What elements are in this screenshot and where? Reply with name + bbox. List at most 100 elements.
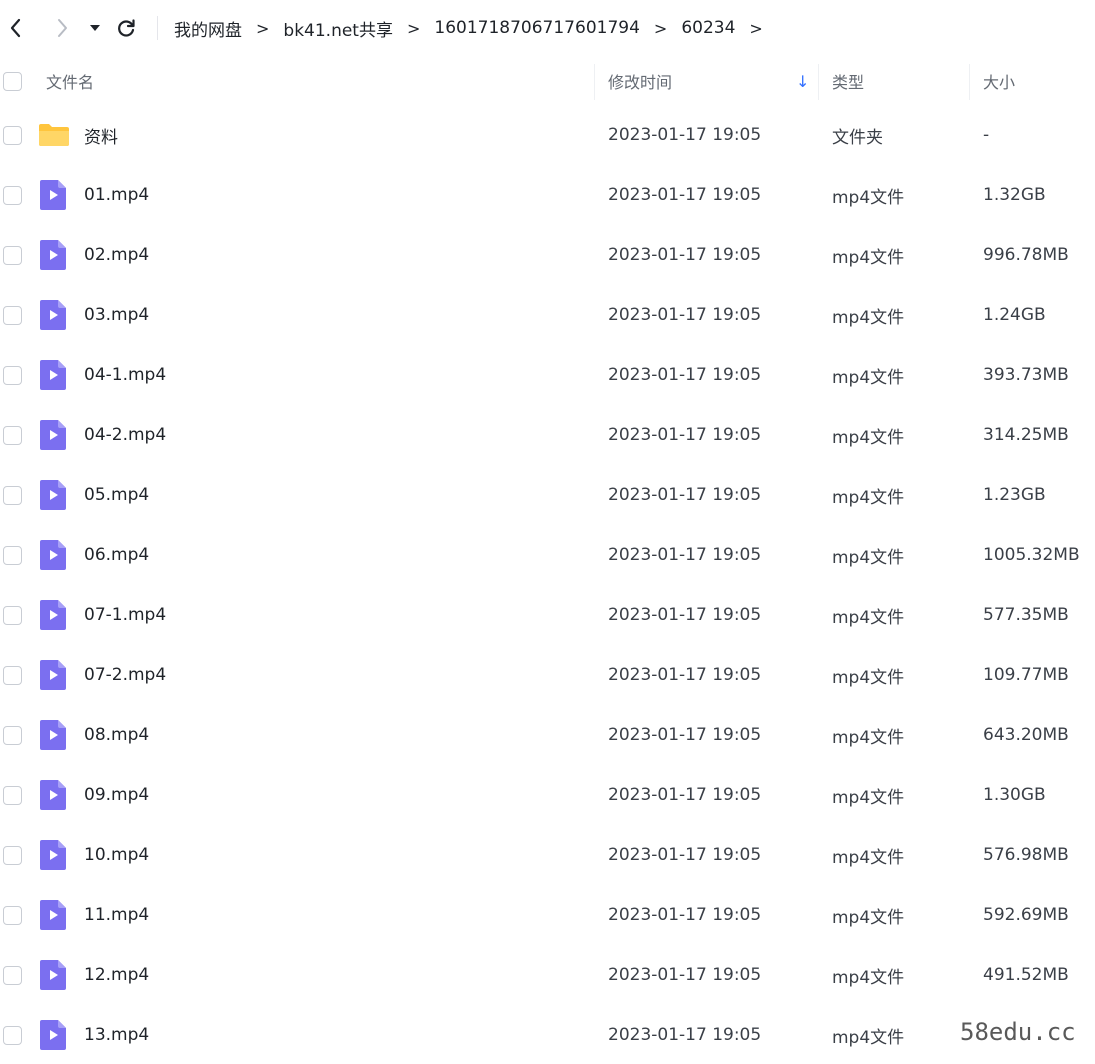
row-checkbox[interactable] — [3, 725, 22, 745]
row-checkbox-cell — [3, 945, 22, 1005]
file-modified-time: 2023-01-17 19:05 — [608, 545, 762, 565]
forward-button[interactable] — [48, 14, 76, 42]
file-row[interactable]: 03.mp4 2023-01-17 19:05 mp4文件 1.24GB — [0, 285, 1095, 345]
file-type: mp4文件 — [832, 787, 905, 808]
file-icon-cell — [38, 825, 68, 885]
file-row[interactable]: 04-1.mp4 2023-01-17 19:05 mp4文件 393.73MB — [0, 345, 1095, 405]
file-row[interactable]: 07-2.mp4 2023-01-17 19:05 mp4文件 109.77MB — [0, 645, 1095, 705]
file-name[interactable]: 06.mp4 — [84, 525, 149, 585]
breadcrumb-item-root[interactable]: 我的网盘 — [174, 16, 242, 41]
file-type: mp4文件 — [832, 247, 905, 268]
file-name[interactable]: 02.mp4 — [84, 225, 149, 285]
file-modified-time: 2023-01-17 19:05 — [608, 845, 762, 865]
row-checkbox[interactable] — [3, 545, 22, 565]
file-modified-time: 2023-01-17 19:05 — [608, 725, 762, 745]
breadcrumb-item-folder-id[interactable]: 1601718706717601794 — [434, 18, 640, 38]
file-size: - — [983, 125, 990, 145]
file-type: mp4文件 — [832, 427, 905, 448]
column-header-type[interactable]: 类型 — [832, 56, 864, 106]
file-row[interactable]: 05.mp4 2023-01-17 19:05 mp4文件 1.23GB — [0, 465, 1095, 525]
refresh-button[interactable] — [112, 14, 140, 42]
arrow-down-icon[interactable]: ↓ — [796, 56, 809, 106]
file-name[interactable]: 10.mp4 — [84, 825, 149, 885]
row-checkbox[interactable] — [3, 845, 22, 865]
file-row[interactable]: 01.mp4 2023-01-17 19:05 mp4文件 1.32GB — [0, 165, 1095, 225]
file-list-header: 文件名 修改时间 ↓ 类型 大小 — [0, 56, 1095, 106]
row-checkbox[interactable] — [3, 245, 22, 265]
file-icon-cell — [38, 765, 68, 825]
chevron-right-icon — [58, 19, 67, 37]
file-icon-cell — [38, 945, 68, 1005]
row-checkbox[interactable] — [3, 125, 22, 145]
file-name[interactable]: 13.mp4 — [84, 1005, 149, 1064]
column-header-name[interactable]: 文件名 — [46, 56, 94, 106]
row-checkbox[interactable] — [3, 305, 22, 325]
row-checkbox[interactable] — [3, 785, 22, 805]
video-file-icon — [40, 720, 66, 750]
file-icon-cell — [38, 105, 70, 165]
file-name[interactable]: 08.mp4 — [84, 705, 149, 765]
file-type: mp4文件 — [832, 667, 905, 688]
file-name[interactable]: 01.mp4 — [84, 165, 149, 225]
file-row[interactable]: 12.mp4 2023-01-17 19:05 mp4文件 491.52MB — [0, 945, 1095, 1005]
column-header-size[interactable]: 大小 — [983, 56, 1015, 106]
file-name[interactable]: 资料 — [84, 105, 118, 165]
file-name[interactable]: 11.mp4 — [84, 885, 149, 945]
column-header-modified[interactable]: 修改时间 — [608, 56, 672, 106]
file-name[interactable]: 04-2.mp4 — [84, 405, 166, 465]
video-file-icon — [40, 900, 66, 930]
file-name[interactable]: 09.mp4 — [84, 765, 149, 825]
file-row[interactable]: 02.mp4 2023-01-17 19:05 mp4文件 996.78MB — [0, 225, 1095, 285]
breadcrumb-separator[interactable]: > — [749, 19, 762, 38]
file-size: 314.25MB — [983, 425, 1069, 445]
file-row[interactable]: 08.mp4 2023-01-17 19:05 mp4文件 643.20MB — [0, 705, 1095, 765]
row-checkbox[interactable] — [3, 185, 22, 205]
row-checkbox[interactable] — [3, 665, 22, 685]
column-divider[interactable] — [969, 64, 970, 100]
file-type: mp4文件 — [832, 607, 905, 628]
row-checkbox[interactable] — [3, 1025, 22, 1045]
row-checkbox[interactable] — [3, 365, 22, 385]
row-checkbox-cell — [3, 525, 22, 585]
video-file-icon — [40, 480, 66, 510]
file-size: 592.69MB — [983, 905, 1069, 925]
breadcrumb-item-current[interactable]: 60234 — [681, 18, 735, 38]
file-type: mp4文件 — [832, 847, 905, 868]
refresh-icon — [118, 19, 135, 37]
file-name[interactable]: 07-1.mp4 — [84, 585, 166, 645]
video-file-icon — [40, 240, 66, 270]
file-name[interactable]: 04-1.mp4 — [84, 345, 166, 405]
file-row[interactable]: 07-1.mp4 2023-01-17 19:05 mp4文件 577.35MB — [0, 585, 1095, 645]
file-row[interactable]: 04-2.mp4 2023-01-17 19:05 mp4文件 314.25MB — [0, 405, 1095, 465]
history-dropdown-button[interactable] — [84, 14, 106, 42]
file-row[interactable]: 06.mp4 2023-01-17 19:05 mp4文件 1005.32MB — [0, 525, 1095, 585]
file-modified-time: 2023-01-17 19:05 — [608, 605, 762, 625]
toolbar: 我的网盘 > bk41.net共享 > 1601718706717601794 … — [0, 0, 1095, 56]
file-row[interactable]: 10.mp4 2023-01-17 19:05 mp4文件 576.98MB — [0, 825, 1095, 885]
file-size: 643.20MB — [983, 725, 1069, 745]
file-name[interactable]: 03.mp4 — [84, 285, 149, 345]
file-row[interactable]: 11.mp4 2023-01-17 19:05 mp4文件 592.69MB — [0, 885, 1095, 945]
column-divider[interactable] — [594, 64, 595, 100]
file-row[interactable]: 09.mp4 2023-01-17 19:05 mp4文件 1.30GB — [0, 765, 1095, 825]
file-type: 文件夹 — [832, 127, 883, 148]
row-checkbox[interactable] — [3, 485, 22, 505]
file-row[interactable]: 资料 2023-01-17 19:05 文件夹 - — [0, 105, 1095, 165]
back-button[interactable] — [2, 14, 30, 42]
file-type: mp4文件 — [832, 1027, 905, 1048]
file-size: 996.78MB — [983, 245, 1069, 265]
file-name[interactable]: 05.mp4 — [84, 465, 149, 525]
breadcrumb-item-share[interactable]: bk41.net共享 — [283, 16, 393, 41]
row-checkbox[interactable] — [3, 605, 22, 625]
file-name[interactable]: 07-2.mp4 — [84, 645, 166, 705]
caret-down-icon — [90, 25, 100, 31]
file-row[interactable]: 13.mp4 2023-01-17 19:05 mp4文件 — [0, 1005, 1095, 1064]
row-checkbox[interactable] — [3, 905, 22, 925]
file-name[interactable]: 12.mp4 — [84, 945, 149, 1005]
select-all-checkbox[interactable] — [3, 71, 22, 91]
row-checkbox[interactable] — [3, 965, 22, 985]
file-type: mp4文件 — [832, 487, 905, 508]
row-checkbox[interactable] — [3, 425, 22, 445]
column-divider[interactable] — [818, 64, 819, 100]
file-icon-cell — [38, 645, 68, 705]
